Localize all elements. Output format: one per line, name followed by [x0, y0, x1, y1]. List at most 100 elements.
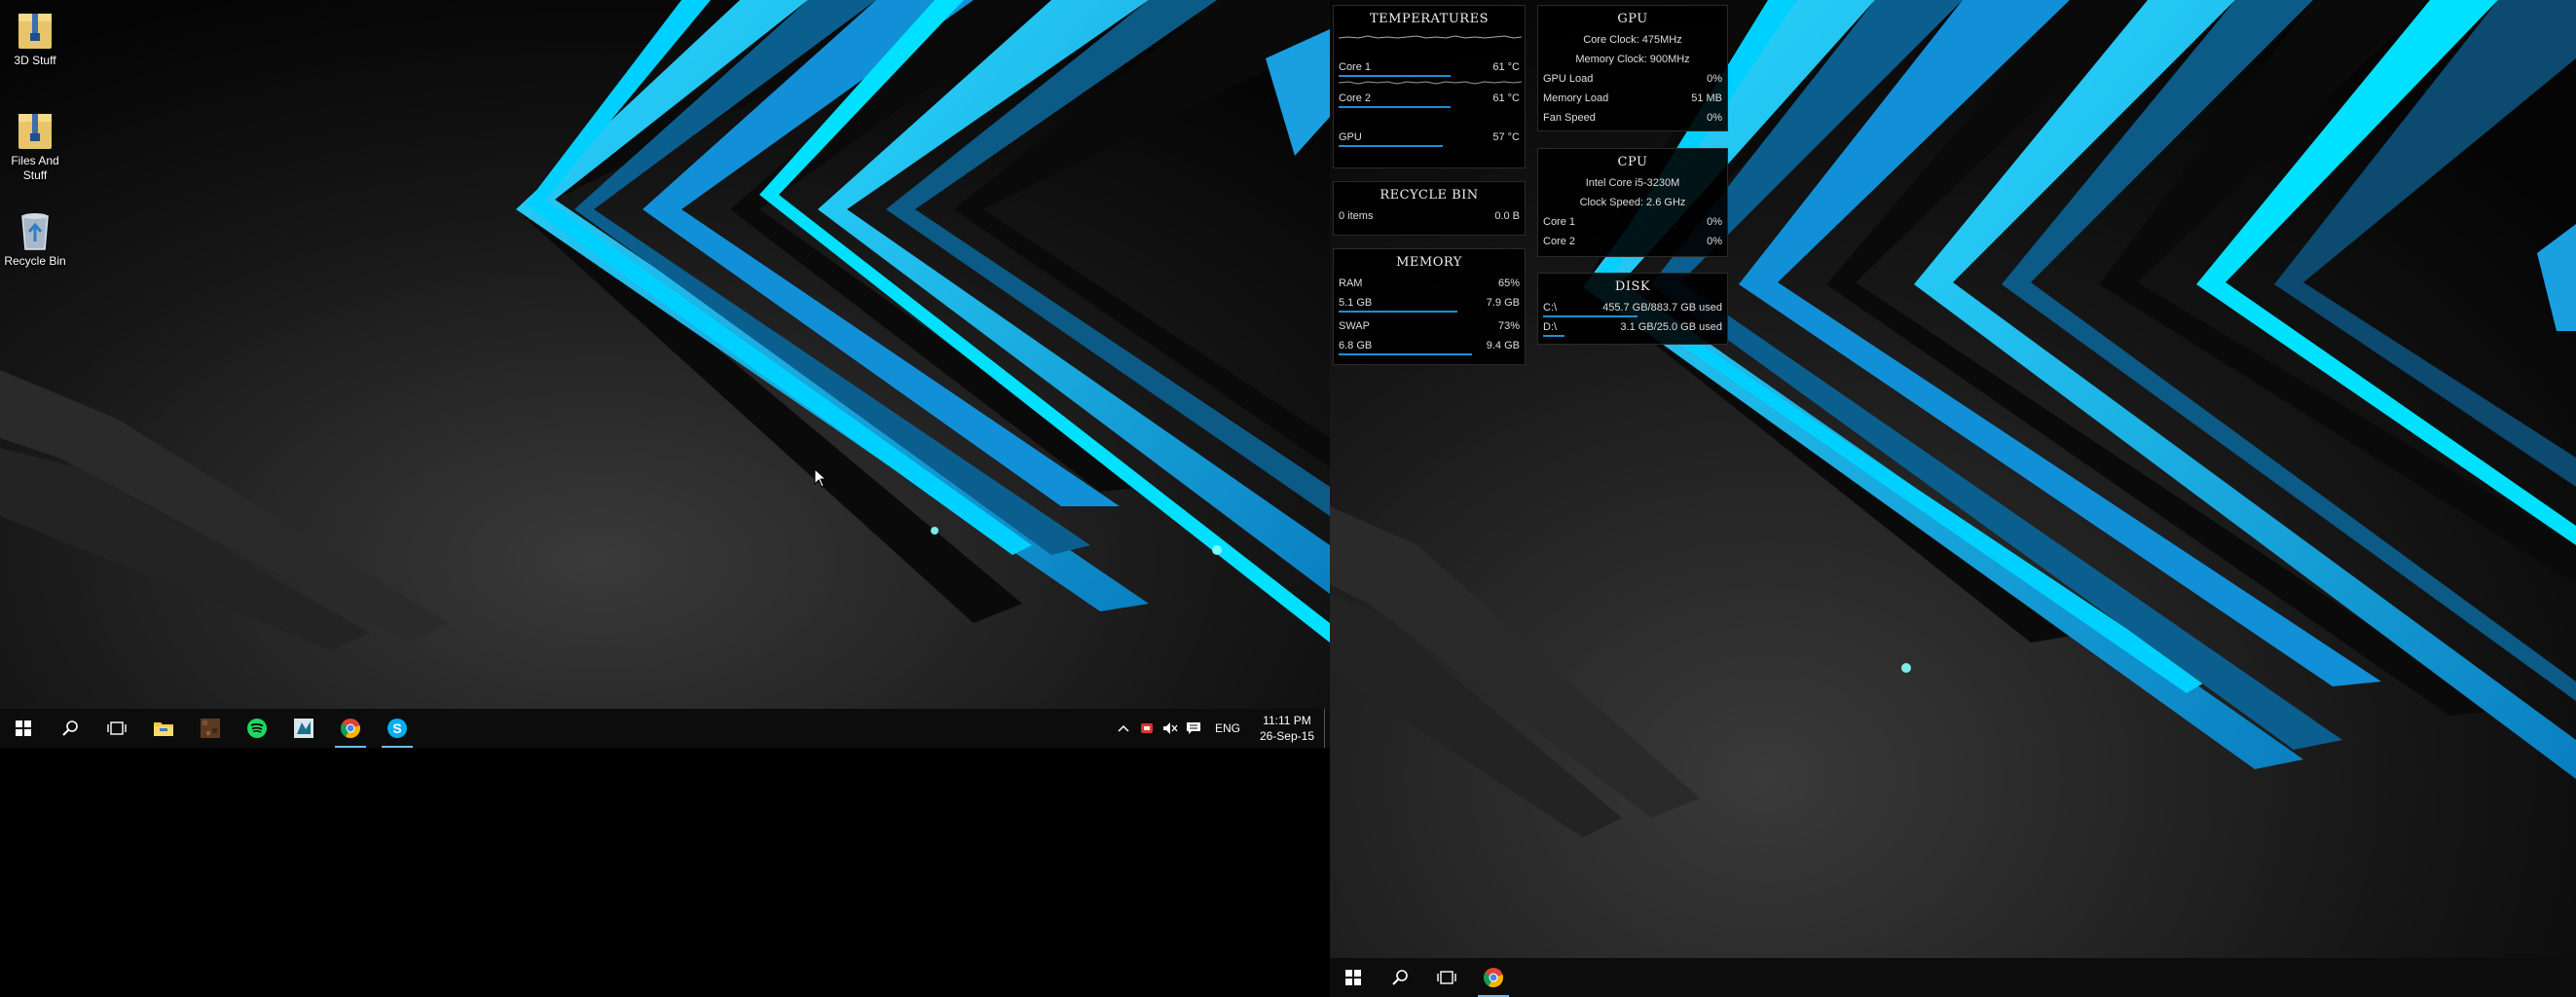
tray-app-button[interactable] [1135, 709, 1159, 748]
temperature-value: 57 °C [1492, 131, 1520, 143]
gpu-core-clock: Core Clock: 475MHz [1583, 34, 1682, 46]
disk-row[interactable]: C:\ 455.7 GB/883.7 GB used [1538, 298, 1727, 317]
cpu-core-row: Core 1 0% [1538, 212, 1727, 232]
clock[interactable]: 11:11 PM 26-Sep-15 [1250, 713, 1324, 744]
swap-bar [1339, 353, 1472, 355]
volume-button[interactable] [1159, 709, 1182, 748]
desktop-icon-files-and-stuff[interactable]: Files And Stuff [0, 110, 70, 183]
gpu-memory-clock: Memory Clock: 900MHz [1575, 54, 1690, 65]
task-view-button[interactable] [1423, 958, 1470, 997]
disk-row[interactable]: D:\ 3.1 GB/25.0 GB used [1538, 317, 1727, 337]
start-icon [16, 720, 31, 736]
ram-label: RAM [1339, 277, 1363, 289]
recycle-bin-items: 0 items [1339, 210, 1374, 222]
taskbar-app[interactable] [280, 709, 327, 748]
cpu-model: Intel Core i5-3230M [1585, 177, 1680, 189]
temperature-graph [1339, 81, 1522, 85]
taskbar-chrome[interactable] [1470, 958, 1517, 997]
search-button[interactable] [1377, 958, 1423, 997]
taskbar [1330, 958, 2576, 997]
widget-title: MEMORY [1396, 255, 1462, 270]
temperatures-widget: TEMPERATURES Core 1 61 °C Core 2 61 °C G… [1333, 5, 1526, 168]
swap-row: SWAP 73% [1334, 316, 1525, 336]
swap-percent: 73% [1497, 320, 1520, 332]
monitor-1: 3D Stuff Files And Stuff Recycle Bin S E… [0, 0, 1330, 748]
gpu-stat-value: 51 MB [1691, 92, 1722, 104]
desktop-icon-label: Recycle Bin [4, 254, 66, 268]
taskbar-chrome[interactable] [327, 709, 374, 748]
widget-title: CPU [1617, 155, 1648, 169]
search-icon [62, 720, 78, 736]
gpu-stat-label: GPU Load [1543, 73, 1594, 85]
tray-overflow-button[interactable] [1112, 709, 1135, 748]
swap-usage-row: 6.8 GB 9.4 GB [1334, 336, 1525, 355]
gpu-stat-value: 0% [1707, 73, 1722, 85]
recycle-bin-row[interactable]: 0 items 0.0 B [1334, 206, 1525, 226]
mouse-cursor-icon [814, 468, 828, 488]
task-view-icon [1437, 971, 1456, 984]
temperature-value: 61 °C [1492, 92, 1520, 104]
chevron-up-icon [1118, 724, 1129, 732]
desktop-icon-3d-stuff[interactable]: 3D Stuff [0, 10, 70, 68]
temperature-label: Core 2 [1339, 92, 1372, 104]
language-indicator[interactable]: ENG [1205, 721, 1250, 735]
desktop-icon-label: 3D Stuff [14, 54, 56, 67]
widget-title: TEMPERATURES [1370, 12, 1489, 26]
zip-folder-icon [18, 14, 52, 49]
start-button[interactable] [1330, 958, 1377, 997]
swap-used: 6.8 GB [1339, 340, 1373, 351]
empty-display-area [0, 748, 1330, 997]
disk-usage: 3.1 GB/25.0 GB used [1620, 321, 1722, 333]
widget-title: DISK [1614, 279, 1651, 294]
temperature-graph [1339, 35, 1522, 39]
taskbar-skype[interactable]: S [374, 709, 421, 748]
start-button[interactable] [0, 709, 47, 748]
recycle-bin-widget: RECYCLE BIN 0 items 0.0 B [1333, 181, 1526, 236]
ram-row: RAM 65% [1334, 274, 1525, 293]
disk-widget: DISK C:\ 455.7 GB/883.7 GB used D:\ 3.1 … [1537, 273, 1728, 345]
temperature-label: GPU [1339, 131, 1362, 143]
temperature-value: 61 °C [1492, 61, 1520, 73]
volume-muted-icon [1162, 722, 1178, 734]
search-icon [1392, 970, 1408, 985]
svg-text:S: S [392, 720, 401, 736]
taskbar: S ENG 11:11 PM 26-Sep-15 [0, 709, 1330, 748]
spotify-icon [247, 719, 267, 738]
skype-icon: S [387, 719, 407, 738]
gpu-widget: GPU Core Clock: 475MHz Memory Clock: 900… [1537, 5, 1728, 131]
chrome-icon [340, 719, 360, 739]
widget-title: GPU [1617, 12, 1648, 26]
cpu-widget: CPU Intel Core i5-3230M Clock Speed: 2.6… [1537, 148, 1728, 257]
chrome-icon [1483, 968, 1503, 988]
desktop-icon-label: Files And Stuff [11, 154, 59, 182]
taskbar-file-explorer[interactable] [140, 709, 187, 748]
gpu-stat-row: Memory Load 51 MB [1538, 89, 1727, 108]
task-view-button[interactable] [93, 709, 140, 748]
gpu-stat-value: 0% [1707, 112, 1722, 124]
desktop-icon-recycle-bin[interactable]: Recycle Bin [0, 210, 70, 269]
app-icon [294, 719, 313, 738]
recycle-bin-icon [21, 213, 49, 250]
memory-widget: MEMORY RAM 65% 5.1 GB 7.9 GB SWAP 73% 6.… [1333, 248, 1526, 365]
temperature-row: GPU 57 °C [1334, 128, 1525, 147]
minecraft-icon [201, 719, 220, 738]
cpu-core-value: 0% [1707, 216, 1722, 228]
taskbar-minecraft[interactable] [187, 709, 234, 748]
ram-usage-row: 5.1 GB 7.9 GB [1334, 293, 1525, 313]
disk-drive-label: D:\ [1543, 321, 1558, 333]
start-icon [1345, 970, 1361, 985]
cpu-core-label: Core 1 [1543, 216, 1576, 228]
cpu-clock: Clock Speed: 2.6 GHz [1579, 197, 1686, 208]
temperature-bar [1339, 145, 1443, 147]
temperature-label: Core 1 [1339, 61, 1372, 73]
red-app-tray-icon [1140, 723, 1153, 733]
cpu-core-value: 0% [1707, 236, 1722, 247]
zip-folder-icon [18, 114, 52, 149]
action-center-button[interactable] [1182, 709, 1205, 748]
file-explorer-icon [154, 722, 173, 736]
temperature-bar [1339, 106, 1451, 108]
search-button[interactable] [47, 709, 93, 748]
taskbar-spotify[interactable] [234, 709, 280, 748]
ram-percent: 65% [1497, 277, 1520, 289]
disk-usage: 455.7 GB/883.7 GB used [1602, 302, 1722, 314]
